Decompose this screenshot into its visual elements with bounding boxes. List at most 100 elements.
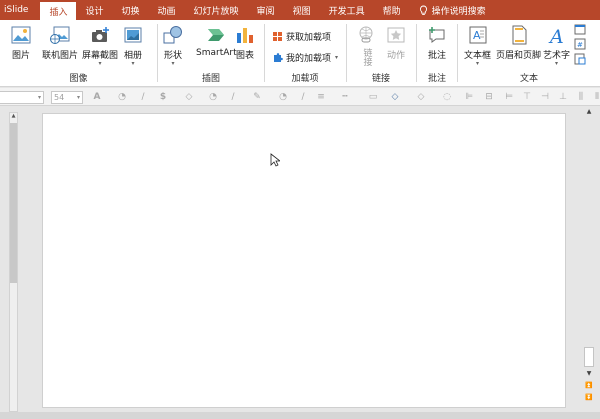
align-middle-icon[interactable]: ⊣	[540, 92, 550, 102]
pen-icon[interactable]: ✎	[252, 92, 262, 102]
header-footer-button[interactable]: 页眉和页脚	[496, 24, 541, 61]
chart-button[interactable]: 图表	[234, 24, 256, 61]
globe-link-icon	[355, 24, 377, 46]
scroll-up-icon[interactable]: ▲	[583, 107, 595, 117]
slide-scroll-thumb[interactable]	[584, 347, 594, 367]
align-bottom-icon[interactable]: ⊥	[558, 92, 568, 102]
tell-me-search[interactable]: 操作说明搜索	[410, 0, 495, 20]
next-slide-icon[interactable]: ⏬	[583, 393, 595, 403]
tab-transitions[interactable]: 切换	[113, 0, 149, 20]
puzzle-icon	[272, 52, 283, 63]
tab-review[interactable]: 审阅	[248, 0, 284, 20]
highlight-icon[interactable]: ◔	[117, 92, 127, 102]
group-label-text: 文本	[519, 74, 538, 84]
picture-button[interactable]: 图片	[10, 24, 32, 61]
tab-insert[interactable]: 插入	[40, 2, 77, 20]
online-picture-button[interactable]: 联机图片	[42, 24, 78, 61]
camera-icon	[89, 24, 111, 46]
bar-chart-icon	[234, 24, 256, 46]
group-links: 链接 动作 链接	[347, 20, 415, 87]
chevron-down-icon: ▾	[476, 60, 480, 67]
ribbon-tab-bar: iSlide 插入 设计 切换 动画 幻灯片放映 审阅 视图 开发工具 帮助 操…	[0, 0, 600, 20]
object-icon[interactable]	[574, 53, 586, 65]
group-comments: 批注 批注	[417, 20, 457, 87]
shape-select-icon[interactable]: ◇	[390, 92, 400, 102]
dash-style-icon[interactable]: ┅	[340, 92, 350, 102]
thumbnail-scroll-thumb[interactable]	[10, 123, 17, 283]
tell-me-label: 操作说明搜索	[431, 6, 486, 17]
comment-button[interactable]: 批注	[426, 24, 448, 61]
tab-slideshow[interactable]: 幻灯片放映	[185, 0, 248, 20]
chevron-down-icon: ▾	[37, 94, 41, 101]
textbox-icon: A	[467, 24, 489, 46]
transparency-icon[interactable]: ◌	[442, 92, 452, 102]
shape-fill-icon[interactable]: ◇	[184, 92, 194, 102]
distribute-vertical-icon[interactable]: ⫴	[592, 92, 600, 102]
link-button[interactable]: 链接	[355, 24, 377, 66]
get-addins-button[interactable]: 获取加载项	[272, 30, 331, 43]
align-left-icon[interactable]: ⊫	[464, 92, 474, 102]
tab-animations[interactable]: 动画	[149, 0, 185, 20]
chevron-down-icon: ▾	[98, 60, 102, 67]
mouse-cursor-icon	[270, 153, 280, 167]
group-images: 图片 联机图片 屏幕截图 ▾ 相册 ▾ 图像	[0, 20, 157, 87]
status-bar	[0, 412, 600, 419]
scroll-down-icon[interactable]: ▼	[583, 369, 595, 379]
svg-text:A: A	[473, 29, 481, 42]
photo-album-icon	[122, 24, 144, 46]
eyedropper-icon[interactable]: ∕	[228, 92, 238, 102]
comment-icon	[426, 24, 448, 46]
date-time-icon[interactable]	[574, 23, 586, 35]
picture-icon	[10, 24, 32, 46]
chevron-down-icon: ▾	[171, 60, 175, 67]
slide-number-icon[interactable]: #	[574, 38, 586, 50]
group-addins: 获取加载项 我的加载项 ▾ 加载项	[265, 20, 345, 87]
action-button[interactable]: 动作	[385, 24, 407, 61]
wordart-button[interactable]: A 艺术字 ▾	[543, 24, 570, 67]
tab-developer[interactable]: 开发工具	[320, 0, 374, 20]
font-name-field[interactable]: ▾	[0, 91, 44, 104]
thumbnail-scrollbar[interactable]: ▲	[9, 112, 18, 412]
align-right-icon[interactable]: ⊨	[504, 92, 514, 102]
group-illustrations: 形状 ▾ SmartArt 图表 插图	[158, 20, 264, 87]
tab-design[interactable]: 设计	[76, 0, 112, 20]
fill-color-icon[interactable]: ◔	[208, 92, 218, 102]
outline-color-icon[interactable]: ◔	[278, 92, 288, 102]
align-center-icon[interactable]: ⊟	[484, 92, 494, 102]
font-size-field[interactable]: 54 ▾	[51, 91, 83, 104]
lightbulb-icon	[419, 5, 427, 15]
group-text: A 文本框 ▾ 页眉和页脚 A 艺术字 ▾ # 文本	[458, 20, 600, 87]
group-label-addins: 加载项	[291, 74, 319, 84]
group-label-images: 图像	[69, 74, 88, 84]
svg-text:A: A	[548, 26, 564, 45]
distribute-icon[interactable]: ⫼	[576, 92, 586, 102]
previous-slide-icon[interactable]: ⏫	[583, 381, 595, 391]
align-top-icon[interactable]: ⊤	[522, 92, 532, 102]
textbox-button[interactable]: A 文本框 ▾	[464, 24, 491, 67]
eyedropper-icon[interactable]: ∕	[298, 92, 308, 102]
line-weight-icon[interactable]: ≡	[316, 92, 326, 102]
slide-canvas[interactable]	[42, 113, 566, 408]
album-button[interactable]: 相册 ▾	[122, 24, 144, 67]
screenshot-button[interactable]: 屏幕截图 ▾	[82, 24, 118, 67]
tab-help[interactable]: 帮助	[374, 0, 410, 20]
wordart-icon: A	[546, 24, 568, 46]
slide-scrollbar[interactable]: ▲ ▼ ⏫ ⏬	[583, 107, 595, 412]
textbox-small-icon[interactable]: ▭	[368, 92, 378, 102]
my-addins-button[interactable]: 我的加载项 ▾	[272, 51, 338, 64]
chevron-down-icon: ▾	[555, 60, 559, 67]
group-label-links: 链接	[371, 74, 390, 84]
font-color-icon[interactable]: A	[92, 92, 102, 102]
scroll-up-icon[interactable]: ▲	[10, 113, 17, 119]
online-picture-icon	[49, 24, 71, 46]
smartart-icon	[205, 24, 227, 46]
tab-islide[interactable]: iSlide	[0, 0, 40, 20]
chevron-down-icon: ▾	[131, 60, 135, 67]
shapes-button[interactable]: 形状 ▾	[162, 24, 184, 67]
tab-view[interactable]: 视图	[284, 0, 320, 20]
smartart-button[interactable]: SmartArt	[196, 24, 237, 58]
eyedropper-icon[interactable]: ∕	[138, 92, 148, 102]
svg-text:#: #	[577, 41, 583, 49]
currency-icon[interactable]: $	[158, 92, 168, 102]
shape-effects-icon[interactable]: ◇	[416, 92, 426, 102]
